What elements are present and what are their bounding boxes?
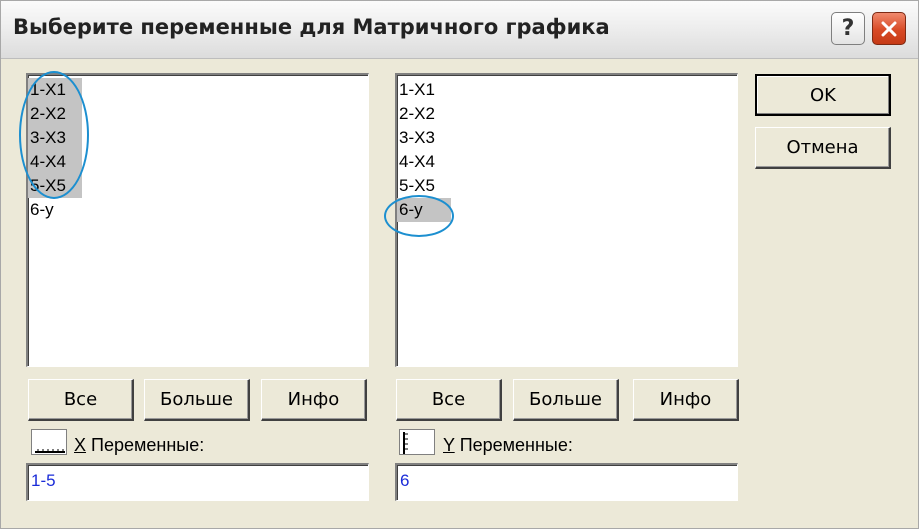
- left-more-button[interactable]: Больше: [144, 379, 250, 421]
- dialog-window: Выберите переменные для Матричного графи…: [0, 0, 919, 529]
- y-axis-glyph: [403, 432, 408, 454]
- list-item[interactable]: 4-X4: [397, 150, 451, 174]
- y-hotkey: Y: [443, 435, 455, 455]
- right-info-button[interactable]: Инфо: [633, 379, 739, 421]
- annotation-ellipse-right: [384, 195, 454, 237]
- help-icon: ?: [841, 16, 855, 41]
- x-label-text: Переменные:: [86, 435, 205, 455]
- x-variables-field[interactable]: 1-5: [26, 463, 369, 501]
- help-button[interactable]: ?: [831, 12, 865, 45]
- right-more-button[interactable]: Больше: [513, 379, 619, 421]
- list-item[interactable]: 1-X1: [397, 78, 451, 102]
- list-item[interactable]: 6-y: [28, 198, 82, 222]
- title-bar: Выберите переменные для Матричного графи…: [1, 1, 918, 59]
- right-all-button[interactable]: Все: [396, 379, 502, 421]
- y-variables-field[interactable]: 6: [395, 463, 738, 501]
- close-button[interactable]: [872, 12, 906, 45]
- cancel-button[interactable]: Отмена: [755, 127, 891, 169]
- close-icon: [881, 21, 897, 36]
- x-axis-icon: [31, 429, 67, 455]
- y-label-text: Переменные:: [454, 435, 573, 455]
- left-all-button[interactable]: Все: [28, 379, 134, 421]
- x-hotkey: X: [74, 435, 87, 455]
- list-item[interactable]: 2-X2: [397, 102, 451, 126]
- ok-button[interactable]: OK: [755, 74, 891, 116]
- list-item[interactable]: 3-X3: [397, 126, 451, 150]
- window-title: Выберите переменные для Матричного графи…: [13, 15, 610, 39]
- x-axis-glyph: [35, 449, 65, 453]
- annotation-ellipse-left: [19, 71, 89, 199]
- y-axis-icon: [399, 429, 435, 455]
- x-variables-label: X Переменные:: [74, 435, 204, 456]
- left-info-button[interactable]: Инфо: [261, 379, 367, 421]
- y-variables-label: Y Переменные:: [443, 435, 573, 456]
